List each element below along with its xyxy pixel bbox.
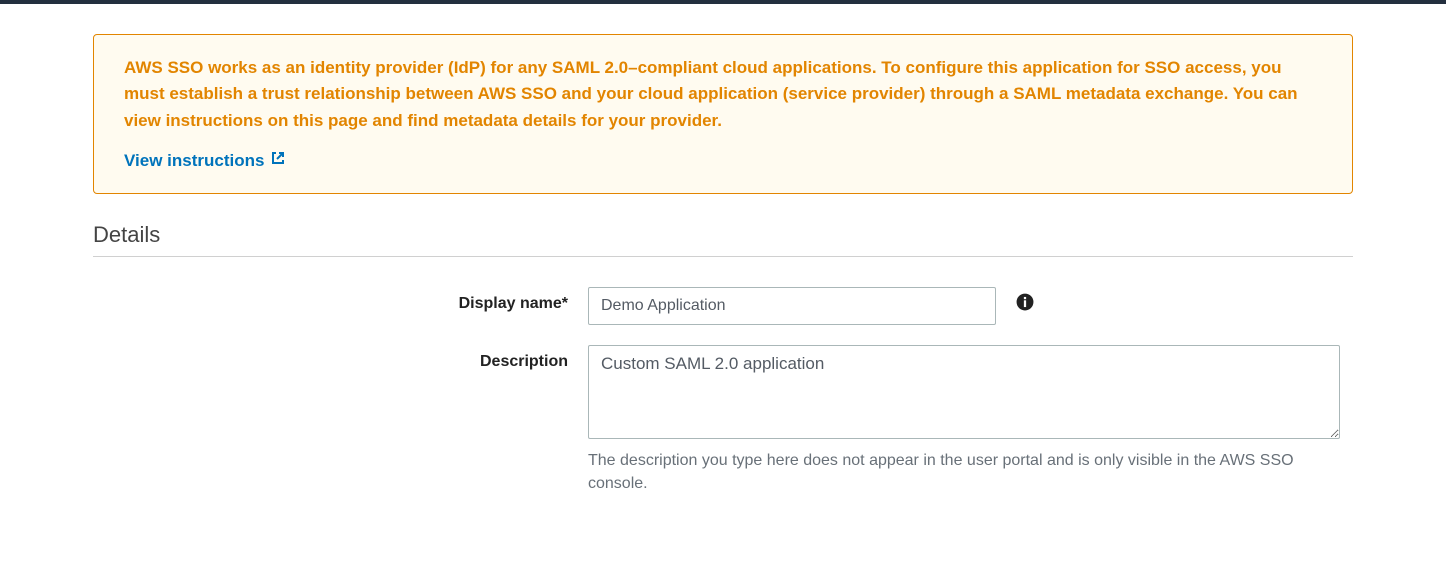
form-row-display-name: Display name* (93, 287, 1353, 325)
description-help-text: The description you type here does not a… (588, 449, 1340, 495)
description-textarea[interactable] (588, 345, 1340, 439)
view-instructions-link[interactable]: View instructions (124, 150, 286, 171)
display-name-input[interactable] (588, 287, 996, 325)
display-name-label: Display name* (93, 287, 588, 313)
info-icon[interactable] (1016, 287, 1034, 316)
info-alert-text: AWS SSO works as an identity provider (I… (124, 55, 1322, 134)
main-container: AWS SSO works as an identity provider (I… (93, 4, 1353, 555)
form-row-description: Description The description you type her… (93, 345, 1353, 495)
section-title-details: Details (93, 222, 1353, 257)
view-instructions-label: View instructions (124, 151, 264, 171)
external-link-icon (270, 150, 286, 171)
info-alert-box: AWS SSO works as an identity provider (I… (93, 34, 1353, 194)
description-label: Description (93, 345, 588, 371)
